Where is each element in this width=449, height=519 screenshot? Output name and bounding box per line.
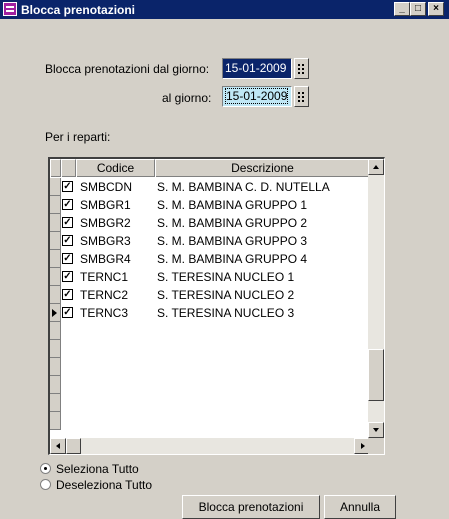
title-bar: Blocca prenotazioni _ □ × [0,0,449,19]
scroll-down-button[interactable] [368,422,384,438]
row-code: SMBCDN [80,180,133,194]
cancel-button[interactable]: Annulla [324,495,396,519]
row-checkbox[interactable]: ✓ [62,181,73,192]
radio-selected-dot [44,467,47,470]
empty-row [50,376,370,394]
minimize-button[interactable]: _ [394,2,410,16]
grid-header: Codice Descrizione [50,159,370,177]
app-icon [3,2,17,16]
table-row[interactable]: ✓ TERNC3 S. TERESINA NUCLEO 3 [50,304,370,322]
header-corner [50,159,61,177]
row-description: S. M. BAMBINA GRUPPO 3 [157,234,308,248]
scroll-corner [368,438,384,454]
to-date-picker-button[interactable] [294,86,309,107]
table-row[interactable]: ✓ TERNC2 S. TERESINA NUCLEO 2 [50,286,370,304]
from-date-picker-button[interactable] [294,58,309,79]
arrow-right-icon [361,443,365,449]
row-description: S. M. BAMBINA GRUPPO 1 [157,198,308,212]
scroll-left-button[interactable] [50,438,66,454]
row-code: TERNC3 [80,306,129,320]
row-checkbox[interactable]: ✓ [62,253,73,264]
row-checkbox[interactable]: ✓ [62,307,73,318]
horizontal-scrollbar[interactable] [50,438,370,454]
vertical-scrollbar[interactable] [368,159,384,438]
table-row[interactable]: ✓ SMBGR3 S. M. BAMBINA GRUPPO 3 [50,232,370,250]
arrow-down-icon [373,428,379,432]
window-title: Blocca prenotazioni [21,3,136,17]
row-code: TERNC2 [80,288,129,302]
row-checkbox[interactable]: ✓ [62,235,73,246]
row-description: S. M. BAMBINA GRUPPO 2 [157,216,308,230]
row-description: S. M. BAMBINA C. D. NUTELLA [157,180,330,194]
row-selector[interactable] [50,268,61,286]
table-row[interactable]: ✓ TERNC1 S. TERESINA NUCLEO 1 [50,268,370,286]
select-all-radio[interactable] [40,463,51,474]
empty-row [50,358,370,376]
row-selector[interactable] [50,178,61,196]
table-row[interactable]: ✓ SMBGR2 S. M. BAMBINA GRUPPO 2 [50,214,370,232]
row-description: S. TERESINA NUCLEO 3 [157,306,295,320]
table-row[interactable]: ✓ SMBCDN S. M. BAMBINA C. D. NUTELLA [50,178,370,196]
vertical-scroll-thumb[interactable] [368,349,384,401]
select-all-label[interactable]: Seleziona Tutto [56,462,139,476]
row-checkbox[interactable]: ✓ [62,271,73,282]
row-code: SMBGR2 [80,216,131,230]
table-row[interactable]: ✓ SMBGR4 S. M. BAMBINA GRUPPO 4 [50,250,370,268]
row-code: SMBGR3 [80,234,131,248]
empty-row [50,394,370,412]
block-bookings-button[interactable]: Blocca prenotazioni [182,495,320,519]
row-selector[interactable] [50,232,61,250]
row-checkbox[interactable]: ✓ [62,217,73,228]
row-selector[interactable] [50,304,61,322]
arrow-left-icon [56,443,60,449]
departments-grid[interactable]: Codice Descrizione ✓ SMBCDN S. M. BAMBIN… [48,157,385,455]
header-description[interactable]: Descrizione [155,159,370,177]
row-checkbox[interactable]: ✓ [62,289,73,300]
horizontal-scroll-thumb[interactable] [66,438,81,454]
row-checkbox[interactable]: ✓ [62,199,73,210]
close-button[interactable]: × [428,2,444,16]
row-selector[interactable] [50,196,61,214]
row-description: S. TERESINA NUCLEO 1 [157,270,295,284]
to-date-value: 15-01-2009 [225,88,289,104]
header-code[interactable]: Codice [76,159,155,177]
deselect-all-radio[interactable] [40,479,51,490]
table-row[interactable]: ✓ SMBGR1 S. M. BAMBINA GRUPPO 1 [50,196,370,214]
from-date-field[interactable]: 15-01-2009 [222,58,292,79]
row-description: S. TERESINA NUCLEO 2 [157,288,295,302]
empty-row [50,322,370,340]
row-selector[interactable] [50,250,61,268]
current-row-arrow-icon [52,309,57,317]
row-selector[interactable] [50,286,61,304]
calendar-icon [298,64,300,66]
to-date-field[interactable]: 15-01-2009 [222,86,292,107]
row-description: S. M. BAMBINA GRUPPO 4 [157,252,308,266]
row-code: SMBGR1 [80,198,131,212]
row-code: SMBGR4 [80,252,131,266]
scroll-up-button[interactable] [368,159,384,175]
calendar-icon [298,92,300,94]
departments-label: Per i reparti: [45,130,111,144]
arrow-up-icon [373,165,379,169]
deselect-all-label[interactable]: Deseleziona Tutto [56,478,152,492]
empty-row [50,412,370,430]
from-date-label: Blocca prenotazioni dal giorno: [45,62,210,76]
maximize-button[interactable]: □ [410,2,426,16]
to-date-label: al giorno: [162,91,212,105]
row-selector[interactable] [50,214,61,232]
header-check [61,159,76,177]
empty-row [50,340,370,358]
row-code: TERNC1 [80,270,129,284]
